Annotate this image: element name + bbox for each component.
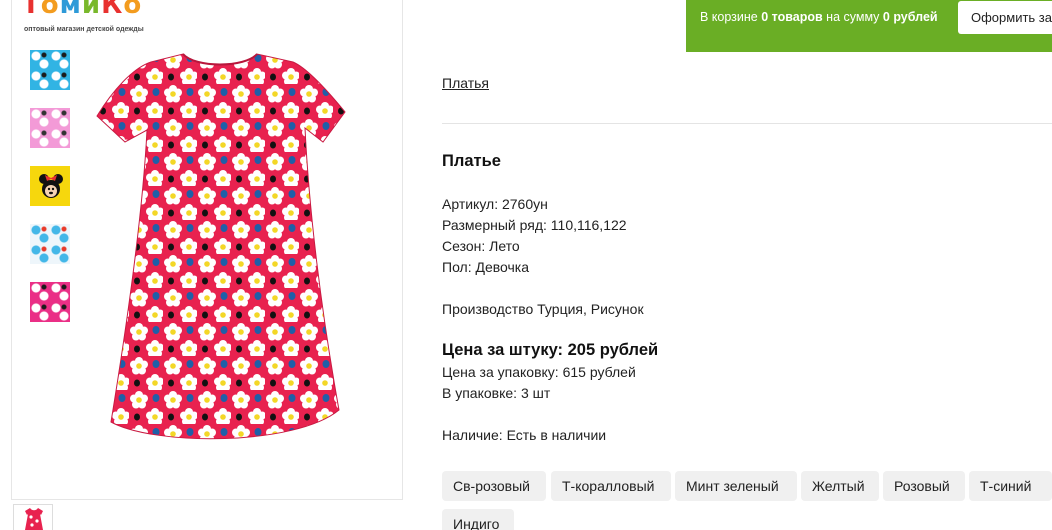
- availability-status: Наличие: Есть в наличии: [442, 427, 607, 443]
- dress-thumbnail-icon: [25, 508, 43, 530]
- cart-summary: В корзине 0 товаров на сумму 0 рублей: [700, 10, 938, 24]
- color-option[interactable]: Индиго: [442, 509, 514, 530]
- color-option[interactable]: Розовый: [883, 471, 965, 501]
- color-option[interactable]: Св-розовый: [442, 471, 546, 501]
- thumbnail-list: [30, 50, 70, 340]
- dress-photo[interactable]: [95, 50, 347, 452]
- thumbnail-light-blue[interactable]: [30, 50, 70, 90]
- breadcrumb-category-link[interactable]: Платья: [442, 75, 489, 91]
- product-production: Производство Турция, Рисунок: [442, 301, 644, 317]
- color-option[interactable]: Т-коралловый: [551, 471, 671, 501]
- cart-bar: В корзине 0 товаров на сумму 0 рублей Оф…: [686, 0, 1052, 52]
- product-article: Артикул: 2760ун: [442, 196, 548, 212]
- color-option[interactable]: Желтый: [801, 471, 879, 501]
- product-season: Сезон: Лето: [442, 238, 520, 254]
- price-per-unit: Цена за штуку: 205 рублей: [442, 341, 659, 359]
- color-option[interactable]: Т-синий: [969, 471, 1052, 501]
- thumbnail-light-pink[interactable]: [30, 108, 70, 148]
- product-gender: Пол: Девочка: [442, 259, 530, 275]
- cart-items-count: 0 товаров: [761, 10, 823, 24]
- price-per-pack: Цена за упаковку: 615 рублей: [442, 364, 636, 380]
- product-sizes: Размерный ряд: 110,116,122: [442, 217, 627, 233]
- thumbnail-yellow[interactable]: [30, 166, 70, 206]
- thumbnail-mint[interactable]: [30, 224, 70, 264]
- thumbnail-pink[interactable]: [30, 282, 70, 322]
- thumbnail-dress-small[interactable]: [13, 504, 53, 530]
- divider: [442, 123, 1052, 124]
- minnie-mouse-icon: [39, 174, 63, 198]
- checkout-button[interactable]: Оформить заказ: [958, 1, 1052, 34]
- pack-quantity: В упаковке: 3 шт: [442, 385, 551, 401]
- color-option[interactable]: Минт зеленый: [675, 471, 797, 501]
- cart-total-sum: 0 рублей: [882, 10, 938, 24]
- product-title: Платье: [442, 152, 501, 170]
